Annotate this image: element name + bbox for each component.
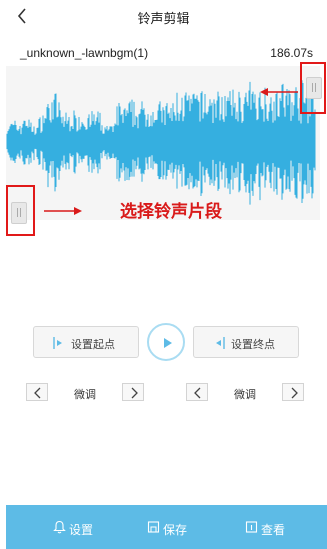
set-start-button[interactable]: 设置起点	[33, 326, 139, 358]
bell-icon	[53, 520, 66, 534]
nav-save-label: 保存	[163, 523, 188, 537]
start-fine-tune-label: 微调	[74, 389, 96, 401]
nav-save-button[interactable]: 保存	[147, 505, 197, 549]
start-fine-increase-button[interactable]	[122, 383, 144, 401]
end-handle-arrow	[260, 88, 298, 96]
end-fine-decrease-button[interactable]	[186, 383, 208, 401]
end-handle-highlight	[300, 62, 326, 114]
view-icon	[245, 521, 258, 533]
chevron-left-icon	[194, 387, 201, 399]
end-fine-increase-button[interactable]	[282, 383, 304, 401]
play-icon	[164, 338, 172, 348]
nav-view-label: 查看	[261, 523, 286, 537]
start-fine-decrease-button[interactable]	[26, 383, 48, 401]
chevron-right-icon	[131, 387, 138, 399]
set-end-label: 设置终点	[231, 339, 275, 351]
end-fine-tune: 微调	[186, 383, 306, 401]
file-duration: 186.07s	[270, 46, 313, 60]
set-start-label: 设置起点	[71, 339, 115, 351]
nav-settings-label: 设置	[69, 523, 94, 537]
file-info-row: _unknown_-lawnbgm(1) 186.07s	[0, 46, 327, 64]
start-handle-arrow	[44, 207, 82, 215]
start-handle-highlight	[6, 185, 35, 236]
header-bar: 铃声剪辑	[0, 0, 327, 34]
chevron-right-icon	[291, 387, 298, 399]
page-title: 铃声剪辑	[137, 11, 190, 26]
nav-settings-button[interactable]: 设置	[53, 505, 103, 549]
file-name: _unknown_-lawnbgm(1)	[20, 46, 149, 60]
chevron-left-icon	[34, 387, 41, 399]
set-end-button[interactable]: 设置终点	[193, 326, 299, 358]
play-button[interactable]	[147, 323, 185, 361]
select-segment-callout: 选择铃声片段	[120, 202, 222, 221]
nav-view-button[interactable]: 查看	[245, 505, 295, 549]
end-fine-tune-label: 微调	[234, 389, 256, 401]
save-icon	[147, 521, 160, 533]
start-fine-tune: 微调	[26, 383, 146, 401]
bottom-nav-bar: 设置 保存 查看	[6, 505, 327, 549]
